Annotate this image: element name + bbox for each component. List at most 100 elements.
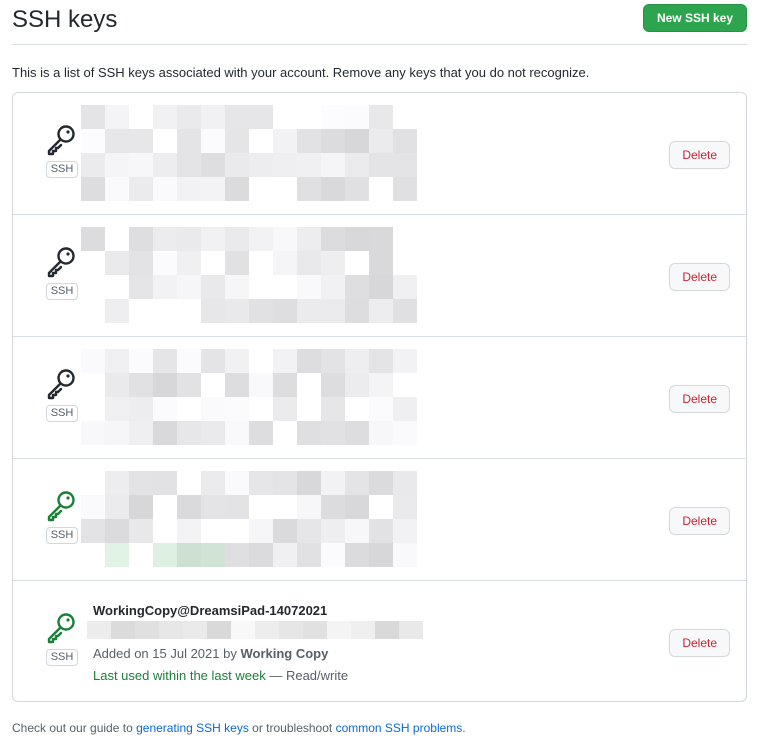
redaction-block bbox=[249, 519, 273, 543]
redaction-block bbox=[153, 105, 177, 129]
redaction-block bbox=[183, 621, 207, 639]
key-type-label: SSH bbox=[45, 161, 79, 178]
page-title: SSH keys bbox=[12, 6, 118, 33]
delete-key-button[interactable]: Delete bbox=[669, 263, 730, 291]
redaction-block bbox=[105, 397, 129, 421]
redaction-block bbox=[129, 471, 153, 495]
redaction-block bbox=[177, 227, 201, 251]
key-type: SSH bbox=[45, 611, 79, 666]
redaction-block bbox=[81, 227, 105, 251]
redaction-block bbox=[81, 105, 105, 129]
redaction-block bbox=[321, 543, 345, 567]
redaction-block bbox=[369, 373, 393, 397]
redacted-key-details bbox=[81, 227, 441, 327]
redaction-block bbox=[393, 177, 417, 201]
redaction-block bbox=[345, 495, 369, 519]
redaction-block bbox=[345, 105, 369, 129]
redaction-block bbox=[225, 177, 249, 201]
redaction-block bbox=[273, 471, 297, 495]
redaction-block bbox=[177, 495, 201, 519]
delete-key-button[interactable]: Delete bbox=[669, 507, 730, 535]
ssh-key-row: SSH Delete bbox=[13, 93, 746, 215]
redaction-block bbox=[105, 153, 129, 177]
redaction-block bbox=[201, 349, 225, 373]
redacted-key-details bbox=[81, 471, 441, 571]
redaction-block bbox=[249, 227, 273, 251]
redaction-block bbox=[201, 299, 225, 323]
redaction-block bbox=[345, 275, 369, 299]
redaction-block bbox=[201, 421, 225, 445]
redaction-block bbox=[225, 397, 249, 421]
redaction-block bbox=[129, 519, 153, 543]
footer-middle: or troubleshoot bbox=[252, 721, 333, 735]
redaction-block bbox=[393, 519, 417, 543]
redaction-block bbox=[105, 349, 129, 373]
redaction-block bbox=[201, 495, 225, 519]
redaction-block bbox=[321, 349, 345, 373]
redaction-block bbox=[81, 519, 105, 543]
redaction-block bbox=[105, 105, 129, 129]
redaction-block bbox=[225, 543, 249, 567]
redaction-block bbox=[249, 421, 273, 445]
key-type-label: SSH bbox=[45, 405, 79, 422]
redaction-block bbox=[393, 129, 417, 153]
redacted-key-details bbox=[81, 105, 441, 205]
redaction-block bbox=[249, 299, 273, 323]
redaction-block bbox=[369, 421, 393, 445]
common-ssh-problems-link[interactable]: common SSH problems bbox=[336, 721, 463, 735]
redaction-block bbox=[201, 105, 225, 129]
redaction-block bbox=[153, 349, 177, 373]
generating-ssh-keys-link[interactable]: generating SSH keys bbox=[136, 721, 249, 735]
redaction-block bbox=[297, 495, 321, 519]
redaction-block bbox=[321, 397, 345, 421]
redaction-block bbox=[345, 373, 369, 397]
redaction-block bbox=[201, 397, 225, 421]
redaction-block bbox=[393, 543, 417, 567]
redaction-block bbox=[297, 543, 321, 567]
key-type: SSH bbox=[45, 489, 79, 544]
redaction-block bbox=[297, 177, 321, 201]
redaction-block bbox=[177, 153, 201, 177]
redaction-block bbox=[303, 621, 327, 639]
redaction-block bbox=[393, 349, 417, 373]
redaction-block bbox=[87, 621, 111, 639]
key-icon bbox=[47, 369, 75, 400]
redaction-block bbox=[297, 421, 321, 445]
redaction-block bbox=[177, 275, 201, 299]
redaction-block bbox=[153, 421, 177, 445]
redaction-block bbox=[153, 227, 177, 251]
redaction-block bbox=[231, 621, 255, 639]
redaction-block bbox=[81, 153, 105, 177]
redaction-block bbox=[393, 495, 417, 519]
redaction-block bbox=[345, 519, 369, 543]
redaction-block bbox=[369, 105, 393, 129]
redaction-block bbox=[321, 519, 345, 543]
redaction-block bbox=[81, 129, 105, 153]
redaction-block bbox=[201, 153, 225, 177]
redaction-block bbox=[273, 153, 297, 177]
redaction-block bbox=[81, 495, 105, 519]
redaction-block bbox=[177, 421, 201, 445]
redaction-block bbox=[153, 543, 177, 567]
redaction-block bbox=[153, 275, 177, 299]
delete-key-button[interactable]: Delete bbox=[669, 141, 730, 169]
redaction-block bbox=[375, 621, 399, 639]
redaction-block bbox=[273, 251, 297, 275]
redaction-block bbox=[105, 299, 129, 323]
redaction-block bbox=[225, 471, 249, 495]
redaction-block bbox=[369, 275, 393, 299]
redaction-block bbox=[249, 105, 273, 129]
new-ssh-key-button[interactable]: New SSH key bbox=[642, 4, 747, 32]
redaction-block bbox=[105, 543, 129, 567]
redaction-block bbox=[345, 349, 369, 373]
redaction-block bbox=[273, 129, 297, 153]
redaction-block bbox=[369, 397, 393, 421]
redaction-block bbox=[249, 153, 273, 177]
redaction-block bbox=[129, 495, 153, 519]
redaction-block bbox=[369, 153, 393, 177]
redaction-block bbox=[273, 519, 297, 543]
redaction-block bbox=[177, 177, 201, 201]
delete-key-button[interactable]: Delete bbox=[669, 629, 730, 657]
delete-key-button[interactable]: Delete bbox=[669, 385, 730, 413]
redaction-block bbox=[225, 349, 249, 373]
